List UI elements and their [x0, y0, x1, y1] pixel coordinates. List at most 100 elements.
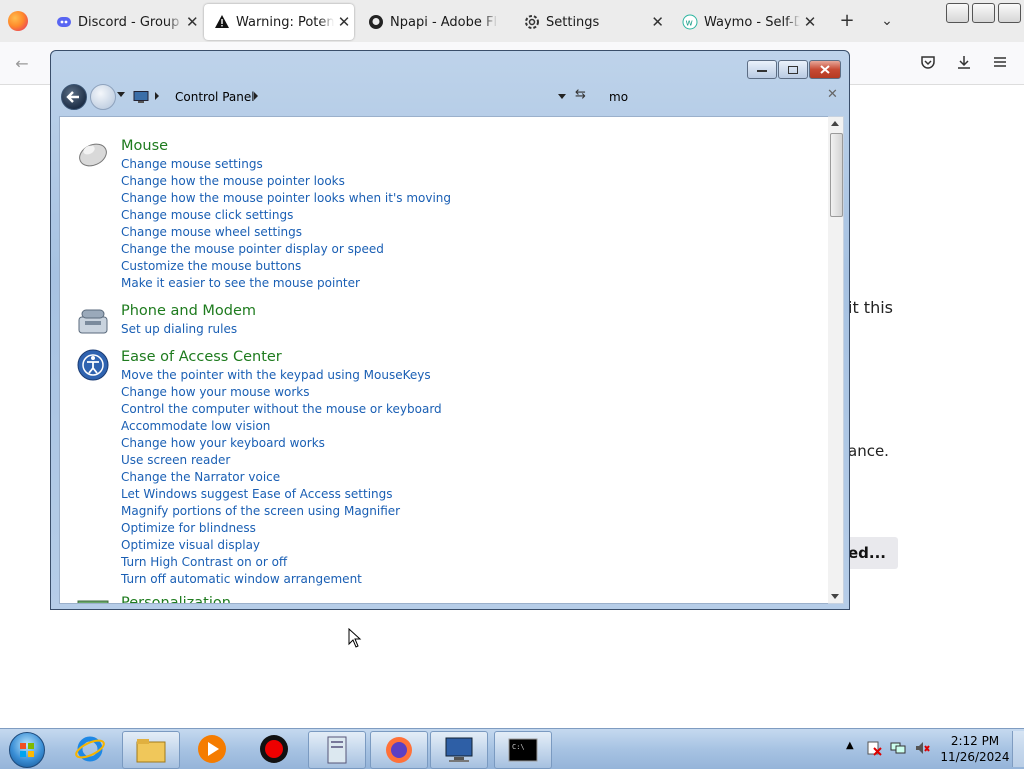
category-title[interactable]: Personalization [121, 595, 231, 603]
task-link[interactable]: Accommodate low vision [121, 419, 270, 433]
download-icon[interactable] [954, 54, 974, 74]
taskbar-clock[interactable]: 2:12 PM 11/26/2024 [940, 733, 1010, 765]
browser-tab-strip: Discord - Group Chat ✕ Warning: Potentia… [0, 0, 1024, 42]
action-center-icon[interactable] [866, 740, 882, 760]
task-link[interactable]: Customize the mouse buttons [121, 259, 301, 273]
volume-muted-icon[interactable] [914, 740, 930, 760]
scroll-up-icon[interactable] [831, 121, 839, 126]
firefox-icon[interactable] [370, 731, 428, 769]
clear-search-icon[interactable]: ✕ [827, 87, 838, 102]
scroll-thumb[interactable] [830, 133, 843, 217]
close-icon[interactable]: ✕ [651, 14, 664, 30]
task-link[interactable]: Optimize for blindness [121, 521, 256, 535]
page-button-label: ed... [848, 544, 887, 562]
category-title[interactable]: Phone and Modem [121, 303, 256, 319]
task-link[interactable]: Change the mouse pointer display or spee… [121, 242, 384, 256]
page-action-button[interactable]: ed... [845, 537, 898, 569]
close-icon[interactable]: ✕ [185, 14, 200, 30]
new-tab-icon[interactable]: + [836, 10, 858, 32]
show-desktop-button[interactable] [1012, 731, 1024, 767]
breadcrumb-control-panel[interactable]: Control Panel [175, 90, 255, 104]
ease-of-access-icon [76, 348, 110, 382]
vertical-scrollbar[interactable] [828, 116, 844, 604]
internet-explorer-icon[interactable] [62, 731, 118, 767]
task-link[interactable]: Turn off automatic window arrangement [121, 572, 362, 586]
tab-discord[interactable]: Discord - Group Chat ✕ [46, 4, 200, 40]
mouse-icon [76, 137, 110, 171]
forward-button[interactable] [90, 84, 116, 110]
task-link[interactable]: Change mouse click settings [121, 208, 293, 222]
record-icon[interactable] [246, 731, 302, 767]
start-button[interactable] [9, 732, 45, 768]
media-player-icon[interactable] [184, 731, 240, 767]
tab-warning[interactable]: Warning: Potential Security Risk ✕ [204, 4, 354, 40]
close-icon[interactable] [998, 3, 1021, 23]
control-panel-window: ⇆ Control Panel mo ✕ Mouse Change mouse … [50, 50, 850, 610]
menu-icon[interactable] [990, 54, 1010, 74]
browser-window-controls [946, 3, 1024, 23]
address-row: ⇆ Control Panel mo ✕ [57, 81, 843, 113]
task-link[interactable]: Change how the mouse pointer looks when … [121, 191, 451, 205]
personalization-icon [76, 597, 110, 603]
address-dropdown-icon[interactable] [558, 94, 566, 99]
network-icon[interactable] [890, 740, 906, 760]
close-icon[interactable]: ✕ [802, 14, 818, 30]
minimize-button[interactable] [747, 60, 777, 79]
file-icon[interactable] [308, 731, 366, 769]
tab-settings[interactable]: Settings ✕ [514, 4, 664, 40]
pocket-icon[interactable] [918, 54, 938, 74]
breadcrumb-arrow-icon[interactable] [254, 92, 258, 100]
chevron-down-icon[interactable]: ⌄ [876, 10, 898, 32]
category-title[interactable]: Mouse [121, 138, 168, 154]
task-link[interactable]: Change how the mouse pointer looks [121, 174, 345, 188]
task-link[interactable]: Change how your mouse works [121, 385, 310, 399]
tab-label: Waymo - Self-Driving [704, 14, 800, 30]
tab-waymo[interactable]: w Waymo - Self-Driving ✕ [672, 4, 822, 40]
tab-github[interactable]: Npapi - Adobe Flash [358, 4, 512, 40]
github-icon [368, 14, 384, 30]
maximize-button[interactable] [778, 60, 808, 79]
page-text-fragment: it this [848, 298, 893, 317]
refresh-icon[interactable]: ⇆ [575, 87, 593, 105]
category-title[interactable]: Ease of Access Center [121, 349, 282, 365]
search-box[interactable] [599, 85, 839, 107]
back-button[interactable] [61, 84, 87, 110]
tab-label: Settings [546, 14, 600, 30]
waymo-icon: w [682, 14, 698, 30]
cmd-icon[interactable]: C:\ [494, 731, 552, 769]
recent-pages-dropdown-icon[interactable] [117, 92, 125, 97]
gear-icon [524, 14, 540, 30]
restore-icon[interactable] [972, 3, 995, 23]
task-link[interactable]: Turn High Contrast on or off [121, 555, 287, 569]
task-link[interactable]: Move the pointer with the keypad using M… [121, 368, 431, 382]
task-link[interactable]: Magnify portions of the screen using Mag… [121, 504, 400, 518]
discord-icon [56, 14, 72, 30]
task-link[interactable]: Optimize visual display [121, 538, 260, 552]
control-panel-icon[interactable] [430, 731, 488, 769]
firefox-logo-icon[interactable] [8, 11, 28, 31]
close-icon[interactable]: ✕ [336, 14, 352, 30]
task-link[interactable]: Set up dialing rules [121, 322, 237, 336]
task-link[interactable]: Control the computer without the mouse o… [121, 402, 442, 416]
task-link[interactable]: Make it easier to see the mouse pointer [121, 276, 360, 290]
tab-label: Warning: Potential Security Risk [236, 14, 334, 30]
close-button[interactable] [809, 60, 841, 79]
minimize-icon[interactable] [946, 3, 969, 23]
tab-label: Npapi - Adobe Flash [390, 14, 498, 30]
task-link[interactable]: Change mouse settings [121, 157, 263, 171]
back-arrow-icon[interactable]: ← [12, 54, 32, 74]
search-input[interactable]: mo [609, 90, 628, 104]
task-link[interactable]: Change mouse wheel settings [121, 225, 302, 239]
breadcrumb-arrow-icon[interactable] [155, 92, 159, 100]
explorer-icon[interactable] [122, 731, 180, 769]
task-link[interactable]: Change the Narrator voice [121, 470, 280, 484]
task-link[interactable]: Use screen reader [121, 453, 230, 467]
task-link[interactable]: Change how your keyboard works [121, 436, 325, 450]
scroll-down-icon[interactable] [831, 594, 839, 599]
page-text-fragment: ance. [848, 442, 889, 460]
computer-icon [133, 89, 149, 103]
task-link[interactable]: Let Windows suggest Ease of Access setti… [121, 487, 393, 501]
phone-modem-icon [76, 305, 110, 339]
tab-label: Discord - Group Chat [78, 14, 183, 30]
show-hidden-icons-icon[interactable]: ▲ [846, 740, 854, 751]
